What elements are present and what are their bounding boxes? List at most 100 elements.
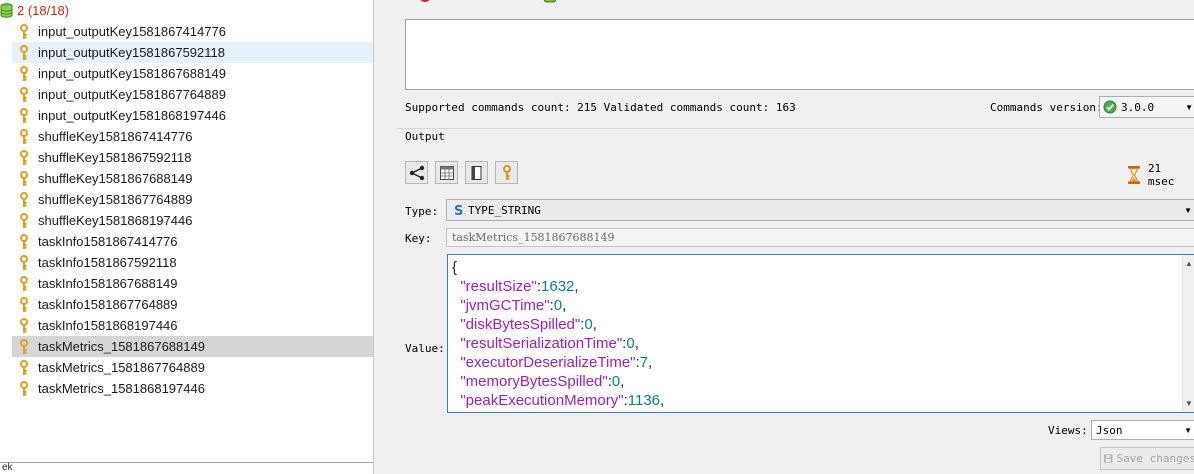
- tree-item-label: input_outputKey1581867688149: [38, 66, 226, 81]
- table-view-button[interactable]: [435, 161, 458, 184]
- views-value: Json: [1096, 423, 1123, 437]
- hourglass-icon: [1127, 166, 1140, 184]
- key-icon: [20, 149, 28, 165]
- panel-splitter[interactable]: [375, 0, 397, 474]
- share-button[interactable]: [405, 161, 428, 184]
- execution-time-text: 21 msec: [1147, 162, 1175, 188]
- key-view-button[interactable]: [495, 161, 518, 184]
- check-icon: [1103, 100, 1117, 114]
- database-icon: [0, 2, 13, 18]
- tree-item[interactable]: taskMetrics_1581867764889: [12, 357, 373, 378]
- tree-item-label: shuffleKey1581867688149: [38, 171, 193, 186]
- key-icon: [502, 164, 511, 180]
- json-field: "diskBytesSpilled":0,: [460, 316, 597, 333]
- share-icon: [409, 165, 424, 180]
- tree-item[interactable]: shuffleKey1581867764889: [12, 189, 373, 210]
- key-icon: [20, 107, 28, 123]
- json-value: 7: [639, 354, 649, 371]
- chevron-down-icon: ▼: [1184, 425, 1192, 435]
- json-value: 1632: [541, 278, 575, 295]
- string-type-icon: S: [454, 204, 463, 217]
- key-tree-panel: 2 (18/18) input_outputKey1581867414776 in…: [0, 0, 374, 474]
- tree-item[interactable]: input_outputKey1581867592118: [12, 42, 373, 63]
- json-key: "executorDeserializeTime": [460, 354, 636, 371]
- tree-item[interactable]: input_outputKey1581867688149: [12, 63, 373, 84]
- json-field: "resultSerializationTime":0,: [460, 335, 639, 352]
- clear-icon[interactable]: [417, 0, 433, 4]
- json-value: 1136: [627, 392, 661, 409]
- json-field: "jvmGCTime":0,: [460, 297, 567, 314]
- database-icon[interactable]: [542, 0, 558, 4]
- key-icon: [20, 254, 28, 270]
- key-icon: [20, 317, 28, 333]
- svg-text:S: S: [454, 204, 463, 217]
- views-select[interactable]: Json ▼: [1091, 420, 1194, 440]
- json-key: "memoryBytesSpilled": [460, 373, 608, 390]
- key-list: input_outputKey1581867414776 input_output…: [12, 21, 373, 399]
- tree-item[interactable]: taskInfo1581867764889: [12, 294, 373, 315]
- tree-item[interactable]: input_outputKey1581867414776: [12, 21, 373, 42]
- tree-item-label: shuffleKey1581867764889: [38, 192, 193, 207]
- tree-item[interactable]: shuffleKey1581867414776: [12, 126, 373, 147]
- tree-item[interactable]: shuffleKey1581867688149: [12, 168, 373, 189]
- tree-item[interactable]: taskMetrics_1581867688149: [12, 336, 373, 357]
- json-open-brace: {: [452, 259, 458, 276]
- tree-item[interactable]: taskInfo1581867592118: [12, 252, 373, 273]
- tree-item-label: input_outputKey1581868197446: [38, 108, 226, 123]
- type-select[interactable]: S TYPE_STRING ▼: [446, 199, 1194, 221]
- json-field: "executorDeserializeTime":7,: [460, 354, 653, 371]
- value-label: Value:: [405, 342, 445, 355]
- scroll-up-icon[interactable]: ▲: [1185, 259, 1193, 268]
- tree-item[interactable]: taskMetrics_1581868197446: [12, 378, 373, 399]
- tree-item[interactable]: shuffleKey1581867592118: [12, 147, 373, 168]
- tree-item[interactable]: shuffleKey1581868197446: [12, 210, 373, 231]
- tree-item[interactable]: input_outputKey1581867764889: [12, 84, 373, 105]
- tree-database-node[interactable]: 2 (18/18): [0, 1, 69, 19]
- tree-item[interactable]: taskInfo1581868197446: [12, 315, 373, 336]
- key-icon: [20, 128, 28, 144]
- scroll-down-icon[interactable]: ▼: [1185, 399, 1193, 408]
- text-view-button[interactable]: [465, 161, 488, 184]
- key-label: Key:: [405, 232, 432, 245]
- json-field: "memoryBytesSpilled":0,: [460, 373, 625, 390]
- tree-item-label: input_outputKey1581867764889: [38, 87, 226, 102]
- tree-item[interactable]: taskInfo1581867414776: [12, 231, 373, 252]
- key-icon: [20, 44, 28, 60]
- execution-time: 21 msec: [1126, 162, 1194, 188]
- key-field[interactable]: taskMetrics_1581867688149: [446, 228, 1194, 247]
- type-label: Type:: [405, 205, 439, 218]
- table-icon: [439, 165, 454, 180]
- json-field: "peakExecutionMemory":1136,: [460, 392, 665, 409]
- key-icon: [20, 170, 28, 186]
- tree-item-label: shuffleKey1581867414776: [38, 129, 193, 144]
- save-changes-button[interactable]: Save changes: [1100, 447, 1194, 470]
- database-label: 2 (18/18): [17, 2, 70, 18]
- document-icon: [471, 165, 481, 180]
- left-bottom-pane: ek: [0, 462, 373, 474]
- console-panel: Supported commands count: 215 Validated …: [397, 0, 1194, 474]
- json-key: "diskBytesSpilled": [460, 316, 581, 333]
- bottom-pane-text: ek: [2, 462, 13, 473]
- json-key: "peakExecutionMemory": [460, 392, 624, 409]
- key-icon: [20, 296, 28, 312]
- save-changes-label: Save changes: [1116, 452, 1194, 465]
- tree-item[interactable]: taskInfo1581867688149: [12, 273, 373, 294]
- value-editor[interactable]: { "resultSize":1632, "jvmGCTime":0, "dis…: [447, 254, 1194, 413]
- json-value: 0: [584, 316, 593, 333]
- vertical-scrollbar[interactable]: ▲ ▼: [1182, 255, 1194, 412]
- chevron-down-icon: ▼: [1185, 102, 1193, 112]
- key-icon: [20, 338, 28, 354]
- tree-item[interactable]: input_outputKey1581868197446: [12, 105, 373, 126]
- json-key: "resultSize": [460, 278, 537, 295]
- json-fields: "resultSize":1632, "jvmGCTime":0, "diskB…: [452, 277, 664, 410]
- commands-version-select[interactable]: 3.0.0 ▼: [1099, 96, 1194, 118]
- json-key: "resultSerializationTime": [460, 335, 623, 352]
- command-input-area[interactable]: [405, 19, 1194, 90]
- key-icon: [20, 275, 28, 291]
- key-icon: [20, 233, 28, 249]
- key-icon: [20, 212, 28, 228]
- type-value: TYPE_STRING: [468, 203, 541, 217]
- tree-item-label: shuffleKey1581868197446: [38, 213, 193, 228]
- key-icon: [20, 380, 28, 396]
- key-icon: [20, 359, 28, 375]
